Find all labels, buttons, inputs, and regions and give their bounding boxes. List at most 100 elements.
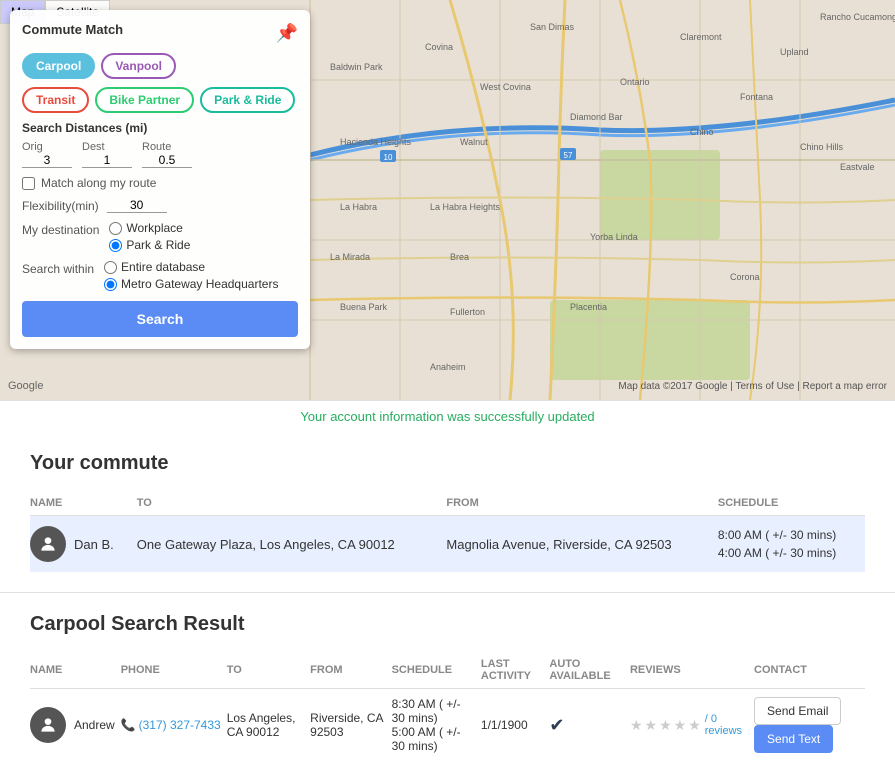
send-text-button[interactable]: Send Text — [754, 725, 833, 753]
match-route-label: Match along my route — [41, 176, 156, 190]
metro-radio-row: Metro Gateway Headquarters — [104, 277, 278, 291]
commute-col-schedule: SCHEDULE — [718, 491, 865, 516]
map-attribution: Map data ©2017 Google | Terms of Use | R… — [618, 381, 887, 392]
result-avatar — [30, 707, 66, 743]
result-col-auto: AUTO AVAILABLE — [549, 652, 630, 689]
star-3: ★ — [659, 717, 672, 734]
entire-db-radio[interactable] — [104, 261, 117, 274]
route-label: Route — [142, 141, 171, 153]
transit-mode-btn[interactable]: Transit — [22, 87, 89, 113]
commute-section: Your commute NAME TO FROM SCHEDULE — [0, 432, 895, 592]
destination-radio-group: Workplace Park & Ride — [109, 221, 190, 252]
result-contact-cell: Send Email Send Text — [754, 689, 865, 762]
svg-text:Brea: Brea — [450, 252, 469, 262]
flexibility-input[interactable] — [107, 198, 167, 213]
svg-text:Ontario: Ontario — [620, 77, 650, 87]
svg-text:Chino Hills: Chino Hills — [800, 142, 844, 152]
svg-text:Corona: Corona — [730, 272, 760, 282]
workplace-label: Workplace — [126, 221, 182, 235]
svg-text:San Dimas: San Dimas — [530, 22, 575, 32]
result-col-phone: PHONE — [121, 652, 227, 689]
vanpool-mode-btn[interactable]: Vanpool — [101, 53, 176, 79]
result-phone: (317) 327-7433 — [139, 718, 221, 732]
distances-row: Orig Dest Route — [22, 141, 298, 168]
result-schedule-line1: 8:30 AM ( +/- 30 mins) — [392, 697, 475, 725]
google-logo: Google — [8, 380, 43, 392]
svg-text:Placentia: Placentia — [570, 302, 607, 312]
svg-text:10: 10 — [384, 153, 393, 162]
result-reviews-cell: ★ ★ ★ ★ ★ / 0 reviews — [630, 689, 754, 762]
result-name-cell: Andrew — [30, 689, 121, 762]
route-field: Route — [142, 141, 192, 168]
svg-text:Upland: Upland — [780, 47, 809, 57]
svg-text:Fullerton: Fullerton — [450, 307, 485, 317]
carpool-section: Carpool Search Result NAME PHONE TO FROM… — [0, 592, 895, 781]
svg-text:Covina: Covina — [425, 42, 453, 52]
star-4: ★ — [674, 717, 687, 734]
carpool-mode-btn[interactable]: Carpool — [22, 53, 95, 79]
avatar — [30, 526, 66, 562]
bike-partner-mode-btn[interactable]: Bike Partner — [95, 87, 194, 113]
park-ride-radio-row: Park & Ride — [109, 238, 190, 252]
metro-radio[interactable] — [104, 278, 117, 291]
app-container: Baldwin Park Covina San Dimas Claremont … — [0, 0, 895, 781]
search-button[interactable]: Search — [22, 301, 298, 337]
workplace-radio[interactable] — [109, 222, 122, 235]
svg-text:57: 57 — [564, 151, 573, 160]
svg-text:Buena Park: Buena Park — [340, 302, 388, 312]
workplace-radio-row: Workplace — [109, 221, 190, 235]
result-table: NAME PHONE TO FROM SCHEDULE LAST ACTIVIT… — [30, 652, 865, 761]
result-phone-link[interactable]: 📞(317) 327-7433 — [121, 718, 221, 732]
dest-input[interactable] — [82, 153, 132, 168]
stars-container: ★ ★ ★ ★ ★ / 0 reviews — [630, 713, 748, 737]
svg-text:Diamond Bar: Diamond Bar — [570, 112, 623, 122]
phone-icon: 📞 — [121, 718, 136, 732]
auto-available-check-icon: ✔ — [549, 715, 564, 735]
pin-icon[interactable]: 📌 — [276, 23, 298, 44]
result-name: Andrew — [74, 718, 115, 732]
result-col-reviews: REVIEWS — [630, 652, 754, 689]
orig-field: Orig — [22, 141, 72, 168]
result-to: Los Angeles, CA 90012 — [227, 689, 310, 762]
result-col-name: NAME — [30, 652, 121, 689]
map-container: Baldwin Park Covina San Dimas Claremont … — [0, 0, 895, 400]
orig-input[interactable] — [22, 153, 72, 168]
carpool-heading: Carpool Search Result — [30, 613, 865, 636]
send-email-button[interactable]: Send Email — [754, 697, 841, 725]
distances-label: Search Distances (mi) — [22, 121, 298, 135]
svg-text:Walnut: Walnut — [460, 137, 488, 147]
result-from: Riverside, CA 92503 — [310, 689, 391, 762]
my-destination-label: My destination — [22, 221, 99, 252]
result-schedule-line2: 5:00 AM ( +/- 30 mins) — [392, 725, 475, 753]
park-ride-mode-btn[interactable]: Park & Ride — [200, 87, 295, 113]
match-route-row: Match along my route — [22, 176, 298, 190]
search-panel: Commute Match 📌 Carpool Vanpool Transit … — [10, 10, 310, 349]
flexibility-row: Flexibility(min) — [22, 198, 298, 213]
mode-buttons-row2: Transit Bike Partner Park & Ride — [22, 87, 298, 113]
park-ride-radio[interactable] — [109, 239, 122, 252]
svg-text:La Mirada: La Mirada — [330, 252, 370, 262]
panel-title: Commute Match — [22, 22, 123, 37]
commute-schedule: 8:00 AM ( +/- 30 mins) 4:00 AM ( +/- 30 … — [718, 516, 865, 573]
commute-to: One Gateway Plaza, Los Angeles, CA 90012 — [137, 516, 447, 573]
commute-schedule-line1: 8:00 AM ( +/- 30 mins) — [718, 526, 857, 544]
result-col-activity: LAST ACTIVITY — [481, 652, 549, 689]
match-route-checkbox[interactable] — [22, 177, 35, 190]
commute-schedule-line2: 4:00 AM ( +/- 30 mins) — [718, 544, 857, 562]
search-within-label: Search within — [22, 260, 94, 291]
route-input[interactable] — [142, 153, 192, 168]
dest-label: Dest — [82, 141, 105, 153]
commute-name: Dan B. — [74, 537, 114, 552]
park-ride-label: Park & Ride — [126, 238, 190, 252]
result-col-schedule: SCHEDULE — [392, 652, 481, 689]
svg-text:La Habra Heights: La Habra Heights — [430, 202, 501, 212]
result-col-from: FROM — [310, 652, 391, 689]
flexibility-label: Flexibility(min) — [22, 199, 99, 213]
star-5: ★ — [688, 717, 701, 734]
commute-col-from: FROM — [446, 491, 717, 516]
svg-text:Fontana: Fontana — [740, 92, 773, 102]
result-activity: 1/1/1900 — [481, 689, 549, 762]
star-1: ★ — [630, 717, 643, 734]
svg-text:Eastvale: Eastvale — [840, 162, 875, 172]
metro-label: Metro Gateway Headquarters — [121, 277, 278, 291]
